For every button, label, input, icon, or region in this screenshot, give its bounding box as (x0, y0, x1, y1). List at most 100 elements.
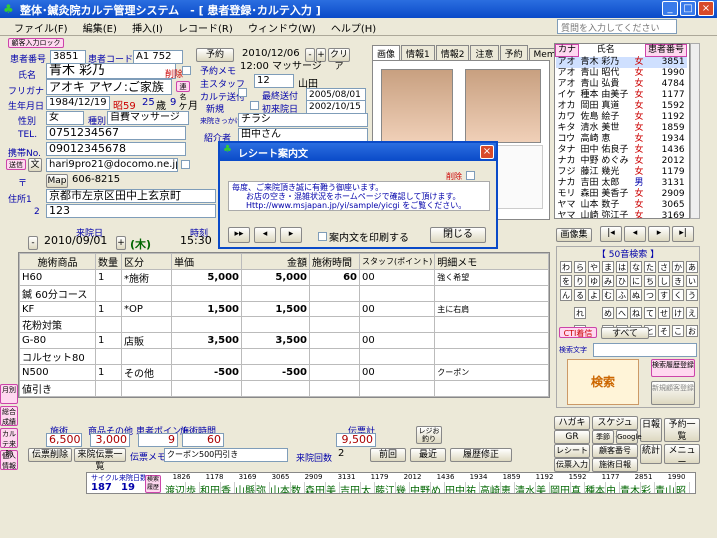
recent-patient-name[interactable]: 真 (571, 482, 585, 493)
tel-field[interactable]: 0751234567 (46, 126, 186, 140)
cell-qty[interactable] (95, 285, 122, 302)
cell-memo[interactable] (434, 348, 549, 365)
route-select[interactable]: チラシ (238, 113, 368, 127)
kana-button[interactable]: な (630, 261, 642, 273)
kana-button[interactable]: す (658, 289, 670, 301)
list-item[interactable]: ナカ 中野 めぐみ女 2012 (556, 156, 687, 167)
recent-patient-name[interactable]: 田中 (445, 482, 466, 493)
kana-button[interactable]: わ (560, 261, 572, 273)
cell-memo[interactable] (434, 332, 549, 349)
cell-price[interactable]: 1,500 (171, 301, 242, 317)
table-row[interactable]: N500 1 その他 -500 -500 00 クーポン (19, 364, 549, 381)
recent-patient-name[interactable]: 由 (606, 482, 620, 493)
receipt-memo-field[interactable]: クーポン500円引き (164, 448, 288, 462)
table-row[interactable]: 値引き (19, 380, 549, 397)
time-field[interactable]: 15:30 (178, 235, 224, 249)
cell-time[interactable]: 60 (309, 269, 360, 286)
patient-number-field[interactable]: 3851 (50, 50, 86, 64)
cell-memo[interactable]: クーポン (434, 364, 549, 381)
table-row[interactable]: 花粉対策 (19, 316, 549, 333)
recent-patient-name[interactable]: 青木 (620, 482, 641, 493)
total-product-field[interactable]: 3,000 (90, 433, 130, 447)
kana-button[interactable]: に (630, 275, 642, 287)
menu-window[interactable]: ウィンドウ(W) (242, 18, 322, 37)
cell-qty[interactable]: 1 (95, 301, 122, 317)
recent-patient-name[interactable]: 彩 (641, 482, 655, 493)
list-item[interactable]: アオ 青山 昭代 女 1990 (556, 68, 687, 79)
kana-button[interactable]: て (644, 307, 656, 319)
help-search-input[interactable]: 質問を入力してください (557, 19, 677, 34)
cell-qty[interactable] (95, 380, 122, 397)
kana-button[interactable]: よ (588, 289, 600, 301)
dialog-close-icon[interactable]: × (480, 145, 494, 159)
cell-price[interactable]: 3,500 (171, 332, 242, 349)
cell-amount[interactable]: 5,000 (241, 269, 310, 286)
close-button[interactable]: × (698, 1, 714, 16)
kana-button[interactable]: う (686, 289, 698, 301)
cell-type[interactable] (121, 380, 172, 397)
recent-patient-name[interactable]: 恵 (501, 482, 515, 493)
address2-field[interactable]: 123 (46, 204, 216, 218)
recent-patient-name[interactable]: 歩 (186, 482, 200, 493)
recent-patient-name[interactable]: 太 (361, 482, 375, 493)
tab-reserve[interactable]: 予約 (499, 45, 528, 60)
patient-photo-2[interactable] (465, 69, 541, 143)
cell-qty[interactable]: 1 (95, 332, 122, 349)
history-edit-button[interactable]: 履歴修正 (450, 448, 512, 462)
email-field[interactable]: hari9pro21@docomo.ne.jp (46, 158, 178, 172)
kana-button[interactable]: り (574, 275, 586, 287)
dialog-close-button[interactable]: 閉じる (430, 227, 486, 243)
recent-patient-name[interactable]: 森田 (305, 482, 326, 493)
tab-info2[interactable]: 情報2 (435, 45, 470, 60)
cell-staff[interactable]: 00 (358, 364, 436, 381)
cell-type[interactable] (121, 285, 172, 302)
kana-button[interactable]: こ (672, 325, 684, 337)
body-diagram-image[interactable] (493, 145, 543, 209)
menu-file[interactable]: ファイル(F) (8, 18, 74, 37)
daily-report-button[interactable]: 日報 (640, 418, 662, 442)
kana-button[interactable]: れ (574, 307, 586, 319)
kana-button[interactable]: い (686, 275, 698, 287)
cell-qty[interactable] (95, 348, 122, 365)
date-plus-button[interactable]: + (316, 48, 326, 62)
cell-product[interactable]: KF (19, 301, 96, 317)
recent-patient-name[interactable]: 香 (221, 482, 235, 493)
season-button[interactable]: 季節 (592, 430, 614, 444)
dialog-prev-button[interactable]: ◂ (254, 227, 276, 243)
list-header-name[interactable]: 氏名 (579, 45, 633, 57)
recent-patient-name[interactable]: 渡辺 (165, 482, 186, 493)
cell-type[interactable]: その他 (121, 364, 172, 381)
menu-record[interactable]: レコード(R) (172, 18, 239, 37)
cell-amount[interactable]: 1,500 (241, 301, 310, 317)
cell-type[interactable]: *施術 (121, 269, 172, 286)
left-tab-monthly[interactable]: 月別 (0, 384, 18, 404)
receipt-delete-button[interactable]: 伝票削除 (28, 448, 72, 462)
cell-staff[interactable] (358, 380, 436, 397)
receipt-input-button[interactable]: 伝票入力 (554, 458, 590, 472)
cell-time[interactable] (309, 380, 360, 397)
recent-patient-name[interactable]: 美 (536, 482, 550, 493)
list-item[interactable]: アオ 青山 弘貴 女 4784 (556, 79, 687, 90)
visit-date-next[interactable]: + (116, 236, 126, 250)
cell-time[interactable] (309, 332, 360, 349)
cell-staff[interactable]: 00 (358, 301, 436, 317)
recent-patient-name[interactable]: 吉田 (340, 482, 361, 493)
minimize-button[interactable]: _ (662, 1, 678, 16)
dialog-message-box[interactable]: 毎度、ご来院頂き誠に有難う御座います。 お店の空き・混雑状況をホームページで確認… (228, 181, 490, 211)
list-item[interactable]: ナカ 吉田 太郎 男 3131 (556, 178, 687, 189)
recent-patient-name[interactable]: 種本 (585, 482, 606, 493)
kana-button[interactable]: け (672, 307, 684, 319)
table-row[interactable]: コルセット80 (19, 348, 549, 365)
search-text-field[interactable] (593, 343, 697, 357)
cell-type[interactable] (121, 348, 172, 365)
kana-button[interactable]: く (672, 289, 684, 301)
furigana-field[interactable]: アオキ アヤノ:ご家族 (46, 79, 172, 95)
recent-patient-name[interactable]: 藤江 (375, 482, 396, 493)
list-item[interactable]: フジ 藤江 幾光 女 1179 (556, 167, 687, 178)
cell-time[interactable] (309, 301, 360, 317)
kana-button[interactable]: ぬ (630, 289, 642, 301)
kana-button[interactable]: ら (574, 261, 586, 273)
type-select[interactable]: 自費マッサージ (107, 111, 189, 125)
gr-button[interactable]: GR (554, 430, 590, 444)
search-button[interactable]: 検索 (567, 359, 639, 405)
